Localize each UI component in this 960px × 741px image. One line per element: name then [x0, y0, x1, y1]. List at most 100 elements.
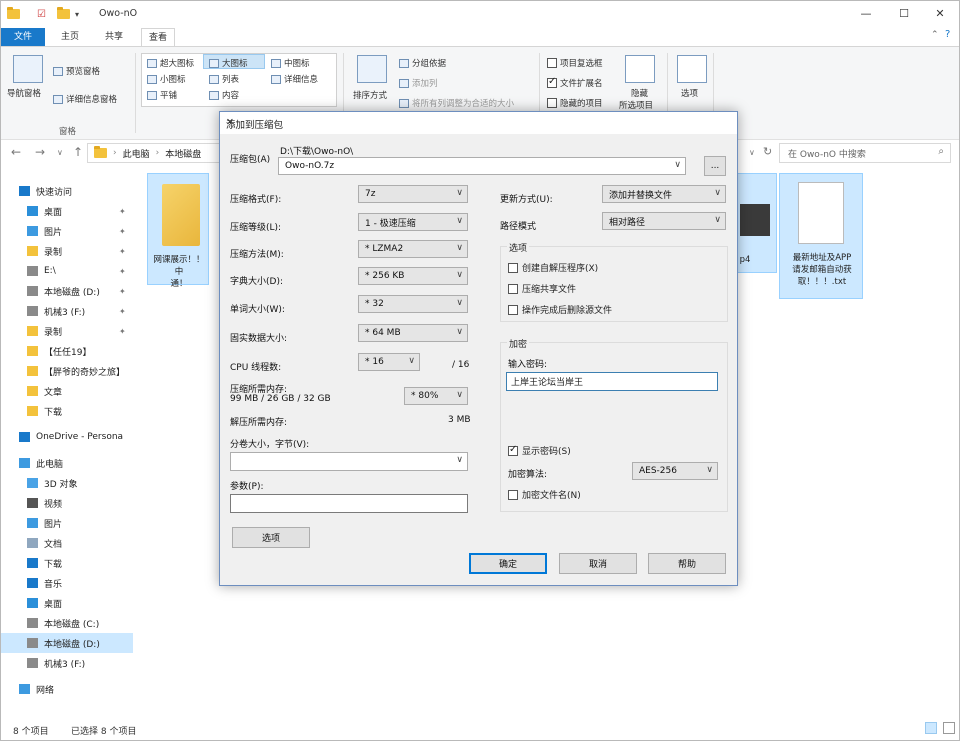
sidebar-item[interactable]: E:\ ✦ — [1, 261, 133, 281]
navigation-pane-icon[interactable] — [13, 55, 43, 83]
sidebar-item[interactable]: 网络 — [1, 679, 133, 699]
search-input[interactable]: 在 Owo-nO 中搜索 ⌕ — [779, 143, 951, 163]
hide-selected-label-1[interactable]: 隐藏 — [631, 87, 648, 99]
sidebar-item[interactable]: 视频 — [1, 493, 133, 513]
folder-options-icon[interactable] — [677, 55, 707, 83]
new-folder-icon[interactable] — [57, 7, 70, 21]
sidebar-item[interactable]: 本地磁盘 (D:) ✦ — [1, 281, 133, 301]
details-pane-button[interactable]: 详细信息窗格 — [53, 93, 117, 105]
cpu-threads-select[interactable]: * 16 ∨ — [358, 353, 420, 371]
layout-extra-large-icons[interactable]: 超大图标 — [147, 57, 194, 69]
layout-content[interactable]: 内容 — [209, 89, 239, 101]
sort-by-icon[interactable] — [357, 55, 387, 83]
password-input[interactable]: 上岸王论坛当岸王 — [506, 372, 718, 391]
sidebar-item[interactable]: 【任任19】 — [1, 341, 133, 361]
hide-selected-icon[interactable] — [625, 55, 655, 83]
item-checkboxes-checkbox[interactable] — [547, 58, 557, 68]
refresh-icon[interactable]: ↻ — [763, 145, 772, 158]
pin-icon[interactable]: ✦ — [119, 307, 126, 316]
pin-icon[interactable]: ✦ — [119, 267, 126, 276]
details-view-icon[interactable] — [925, 722, 937, 734]
file-item[interactable]: 网课展示！！中 通！ — [147, 173, 209, 289]
sidebar-item[interactable]: 【胖爷的奇妙之旅】 — [1, 361, 133, 381]
encrypt-names-option[interactable]: 加密文件名(N) — [508, 488, 581, 501]
sidebar-item[interactable]: 音乐 — [1, 573, 133, 593]
sidebar-item[interactable]: 下载 — [1, 401, 133, 421]
tab-file[interactable]: 文件 — [1, 28, 45, 46]
sidebar-item[interactable]: 机械3 (F:) ✦ — [1, 301, 133, 321]
recent-chevron-icon[interactable]: ∨ — [57, 148, 63, 157]
options-button[interactable]: 选项 — [232, 527, 310, 548]
word-size-select[interactable]: * 32 ∨ — [358, 295, 468, 313]
sidebar-item[interactable]: 桌面 — [1, 593, 133, 613]
ok-button[interactable]: 确定 — [469, 553, 547, 574]
encrypt-names-checkbox[interactable] — [508, 489, 518, 500]
forward-arrow-icon[interactable]: → — [35, 145, 45, 159]
show-password-option[interactable]: 显示密码(S) — [508, 444, 571, 457]
tab-share[interactable]: 共享 — [99, 28, 129, 46]
maximize-button[interactable]: ☐ — [889, 5, 919, 23]
tab-view[interactable]: 查看 — [141, 28, 175, 46]
properties-icon[interactable]: ☑ — [37, 7, 46, 21]
customize-quick-access-icon[interactable]: ▾ — [75, 7, 79, 21]
cancel-button[interactable]: 取消 — [559, 553, 637, 574]
encryption-method-select[interactable]: AES-256 ∨ — [632, 462, 718, 480]
sidebar-item[interactable]: 本地磁盘 (C:) — [1, 613, 133, 633]
file-extensions-toggle[interactable]: 文件扩展名 — [547, 76, 603, 89]
large-icons-view-icon[interactable] — [943, 722, 955, 734]
show-password-checkbox[interactable] — [508, 444, 518, 456]
sidebar-item[interactable]: 图片 — [1, 513, 133, 533]
breadcrumb-drive[interactable]: 本地磁盘 — [165, 147, 201, 160]
hidden-items-toggle[interactable]: 隐藏的项目 — [547, 97, 603, 109]
size-columns-button[interactable]: 将所有列调整为合适的大小 — [399, 97, 514, 109]
sidebar-item[interactable]: 机械3 (F:) — [1, 653, 133, 673]
split-size-combo[interactable]: ∨ — [230, 452, 468, 471]
navigation-pane-button[interactable]: 导航窗格 — [7, 87, 41, 99]
minimize-button[interactable]: — — [851, 5, 881, 23]
delete-after-option[interactable]: 操作完成后删除源文件 — [508, 303, 612, 316]
pin-icon[interactable]: ✦ — [119, 207, 126, 216]
memory-percent-select[interactable]: * 80% ∨ — [404, 387, 468, 405]
browse-button[interactable]: ... — [704, 156, 726, 176]
tab-home[interactable]: 主页 — [55, 28, 85, 46]
shared-files-checkbox[interactable] — [508, 283, 518, 294]
preview-pane-button[interactable]: 预览窗格 — [53, 65, 100, 77]
help-icon[interactable]: ? — [945, 29, 950, 40]
sidebar-item[interactable]: 录制 ✦ — [1, 241, 133, 261]
sfx-option[interactable]: 创建自解压程序(X) — [508, 261, 598, 274]
sort-by-button[interactable]: 排序方式 — [353, 89, 387, 101]
sidebar-item[interactable]: 桌面 ✦ — [1, 201, 133, 221]
sfx-checkbox[interactable] — [508, 262, 518, 273]
address-dropdown-icon[interactable]: ∨ — [749, 148, 755, 157]
sidebar-item[interactable]: 文档 — [1, 533, 133, 553]
layout-large-icons[interactable]: 大图标 — [209, 57, 248, 69]
file-extensions-checkbox[interactable] — [547, 76, 557, 88]
parameters-input[interactable] — [230, 494, 468, 513]
breadcrumb-pc[interactable]: 此电脑 — [123, 147, 150, 160]
sidebar-item[interactable]: 本地磁盘 (D:) — [1, 633, 133, 653]
layout-list[interactable]: 列表 — [209, 73, 239, 85]
sidebar-item[interactable]: 快速访问 — [1, 181, 133, 201]
layout-small-icons[interactable]: 小图标 — [147, 73, 186, 85]
solid-size-select[interactable]: * 64 MB ∨ — [358, 324, 468, 342]
file-item[interactable]: p4 — [737, 173, 777, 273]
level-select[interactable]: 1 - 极速压缩 ∨ — [358, 213, 468, 231]
folder-options-button[interactable]: 选项 — [681, 87, 698, 99]
collapse-ribbon-icon[interactable]: ⌃ — [931, 30, 939, 40]
delete-after-checkbox[interactable] — [508, 304, 518, 315]
layout-medium-icons[interactable]: 中图标 — [271, 57, 310, 69]
format-select[interactable]: 7z ∨ — [358, 185, 468, 203]
help-button[interactable]: 帮助 — [648, 553, 726, 574]
add-column-button[interactable]: 添加列 — [399, 77, 438, 89]
close-button[interactable]: ✕ — [925, 5, 955, 23]
method-select[interactable]: * LZMA2 ∨ — [358, 240, 468, 258]
sidebar-item[interactable]: OneDrive - Persona — [1, 427, 133, 447]
sidebar-item[interactable]: 此电脑 — [1, 453, 133, 473]
file-item[interactable]: 最新地址及APP 请发邮箱自动获 取！！！.txt — [779, 173, 863, 299]
back-arrow-icon[interactable]: ← — [11, 145, 21, 159]
layout-details[interactable]: 详细信息 — [271, 73, 318, 85]
up-arrow-icon[interactable]: ↑ — [73, 145, 83, 159]
pin-icon[interactable]: ✦ — [119, 227, 126, 236]
path-mode-select[interactable]: 相对路径 ∨ — [602, 212, 726, 230]
group-by-button[interactable]: 分组依据 — [399, 57, 446, 69]
